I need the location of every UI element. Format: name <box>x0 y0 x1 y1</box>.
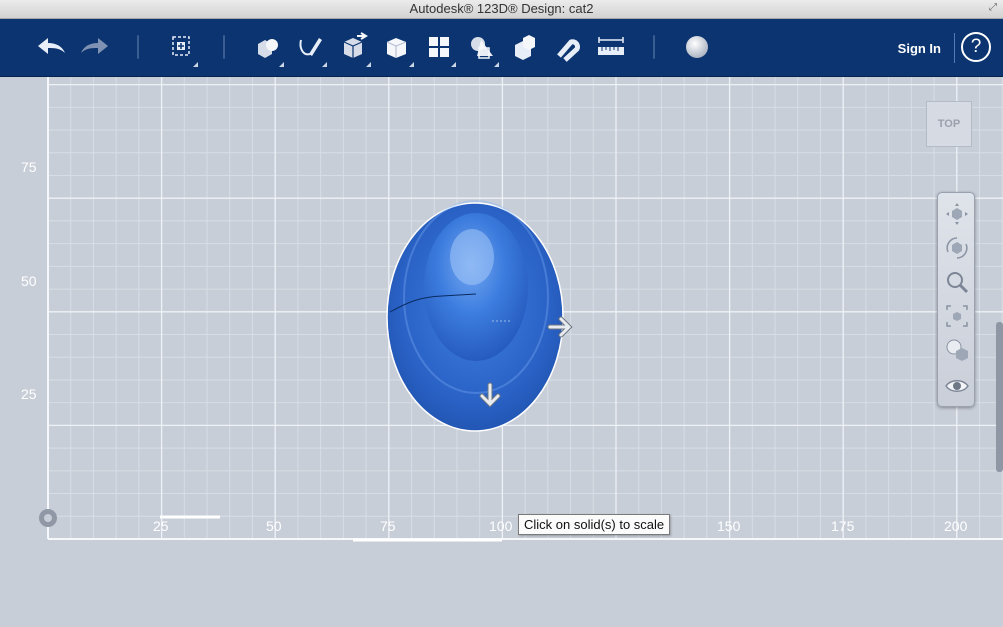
redo-icon <box>81 38 108 54</box>
navigation-bar <box>937 192 975 407</box>
measure-button[interactable] <box>594 31 628 63</box>
orbit-icon <box>946 237 968 259</box>
sign-in-button[interactable]: Sign In <box>898 41 941 56</box>
y-axis-label: 75 <box>21 159 37 175</box>
measure-icon <box>598 37 624 55</box>
toolbar-separator <box>954 33 955 63</box>
dropdown-indicator <box>409 62 414 67</box>
y-axis-label: 50 <box>21 273 37 289</box>
main-toolbar: Sign In ? <box>0 19 1003 77</box>
dropdown-indicator <box>279 62 284 67</box>
construct-button[interactable] <box>337 31 371 67</box>
undo-button[interactable] <box>34 31 68 63</box>
fullscreen-icon[interactable]: ⤢ <box>987 2 999 14</box>
zoom-button[interactable] <box>941 267 973 297</box>
3d-viewport[interactable]: 75 50 25 25 50 75 100 150 175 200 Click … <box>0 77 1003 627</box>
orbit-button[interactable] <box>941 233 973 263</box>
title-bar: Autodesk® 123D® Design: cat2 ⤢ <box>0 0 1003 19</box>
pattern-icon <box>429 37 449 57</box>
x-axis-label: 75 <box>380 518 396 534</box>
snap-icon <box>557 39 580 62</box>
dropdown-indicator <box>366 62 371 67</box>
primitives-button[interactable] <box>250 31 284 67</box>
undo-icon <box>38 38 65 54</box>
grouping-icon <box>471 37 493 59</box>
primitives-icon <box>258 39 278 58</box>
dropdown-indicator <box>322 62 327 67</box>
side-panel-handle[interactable] <box>996 322 1003 472</box>
pattern-button[interactable] <box>422 31 456 67</box>
fit-icon <box>946 305 968 327</box>
visual-style-icon <box>946 339 968 361</box>
redo-button[interactable] <box>78 31 112 63</box>
sketch-button[interactable] <box>293 31 327 67</box>
construct-icon <box>343 32 368 58</box>
visibility-button[interactable] <box>941 371 973 401</box>
modify-button[interactable] <box>380 31 414 67</box>
x-axis-label: 200 <box>944 518 968 534</box>
visual-style-button[interactable] <box>941 335 973 365</box>
x-axis-label: 25 <box>153 518 169 534</box>
scale-tooltip: Click on solid(s) to scale <box>518 514 671 535</box>
origin-icon <box>39 509 57 527</box>
x-axis-label: 150 <box>717 518 741 534</box>
snap-button[interactable] <box>551 31 585 63</box>
x-axis-label: 175 <box>831 518 855 534</box>
visibility-icon <box>945 380 969 392</box>
pan-icon <box>946 203 968 225</box>
toolbar-separator <box>653 35 655 59</box>
dropdown-indicator <box>451 62 456 67</box>
combine-icon <box>515 35 535 60</box>
x-axis-label: 50 <box>266 518 282 534</box>
sketch-icon <box>299 38 322 56</box>
y-axis-label: 25 <box>21 386 37 402</box>
viewcube-top[interactable]: TOP <box>926 101 972 147</box>
toolbar-separator <box>223 35 225 59</box>
fit-button[interactable] <box>941 301 973 331</box>
grouping-button[interactable] <box>465 31 499 67</box>
material-button[interactable] <box>680 31 714 63</box>
toolbar-separator <box>137 35 139 59</box>
dropdown-indicator <box>193 62 198 67</box>
combine-button[interactable] <box>508 31 542 63</box>
zoom-icon <box>947 272 969 294</box>
transform-icon <box>172 36 190 56</box>
scale-y-arrow-icon[interactable] <box>477 382 503 412</box>
help-button[interactable]: ? <box>961 32 991 62</box>
pan-button[interactable] <box>941 199 973 229</box>
scale-x-arrow-icon[interactable] <box>547 314 575 340</box>
window-title: Autodesk® 123D® Design: cat2 <box>409 1 594 16</box>
x-axis-label: 100 <box>489 518 513 534</box>
transform-button[interactable] <box>164 31 198 67</box>
material-icon <box>686 36 708 58</box>
modify-icon <box>386 38 407 58</box>
dropdown-indicator <box>494 62 499 67</box>
